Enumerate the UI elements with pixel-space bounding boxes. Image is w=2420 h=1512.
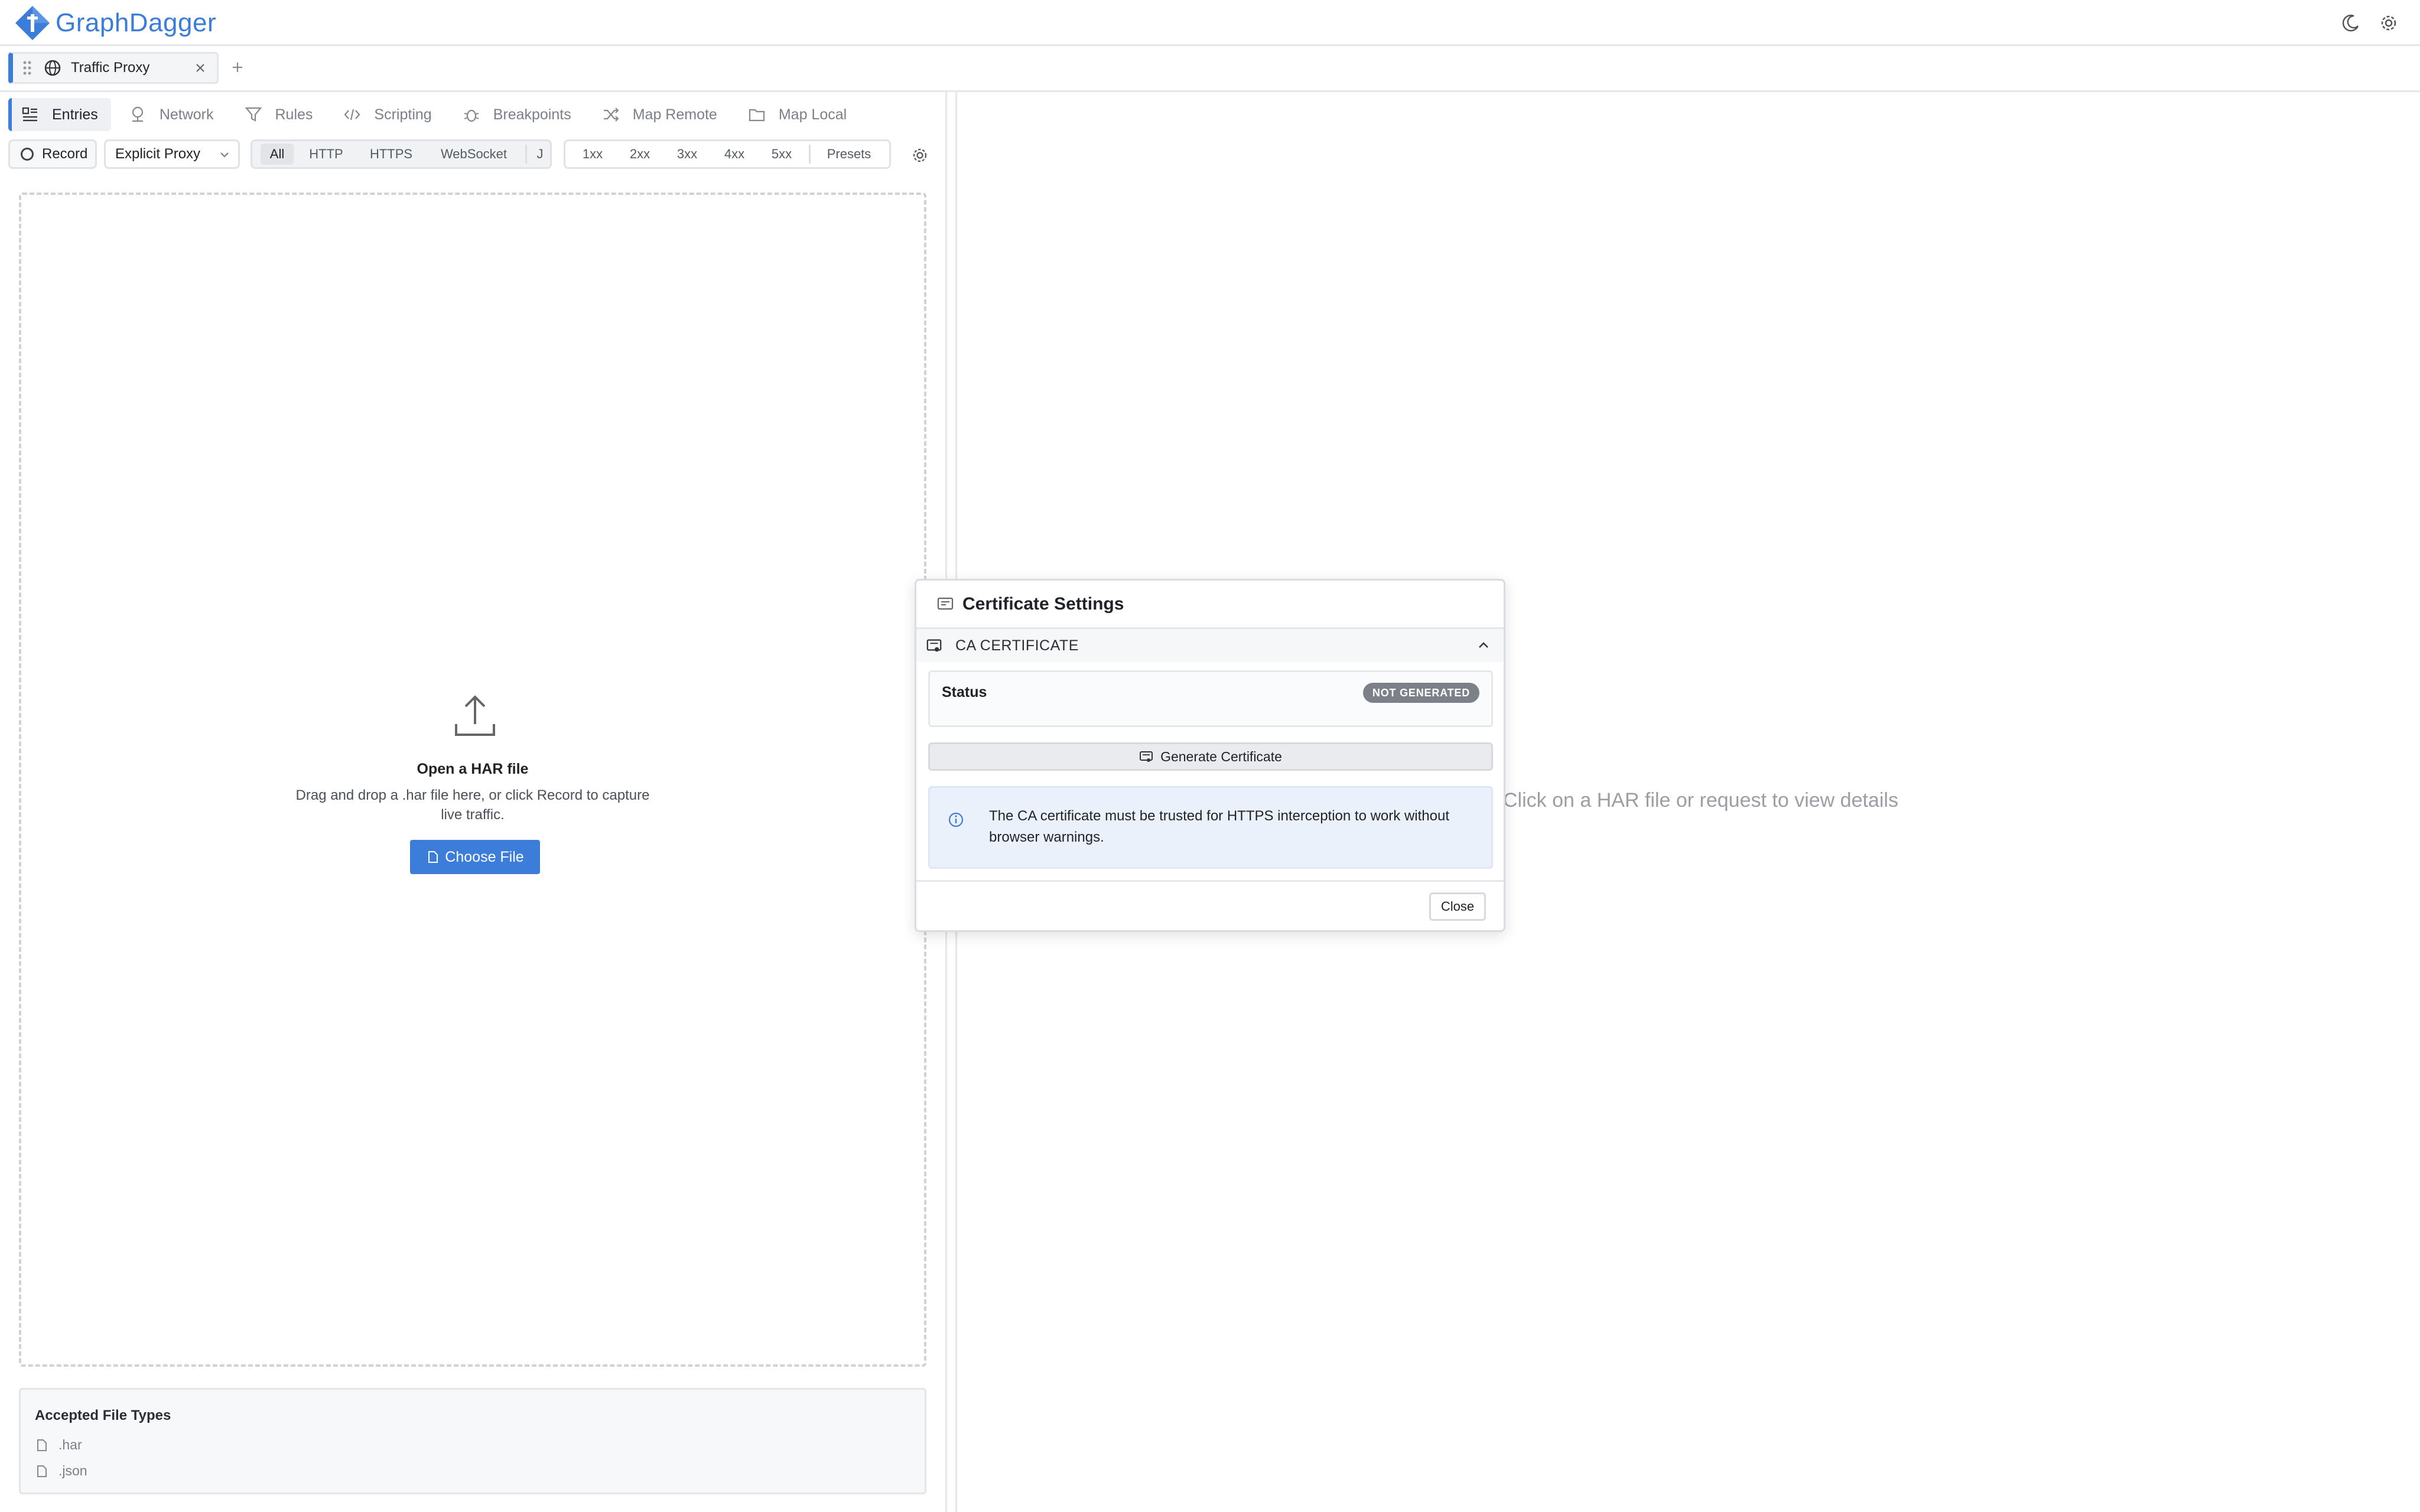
detail-placeholder: Click on a HAR file or request to view d… [1503, 789, 1898, 812]
separator [809, 145, 811, 164]
protocol-filter: All HTTP HTTPS WebSocket J [251, 139, 552, 169]
file-type-item: .har [35, 1437, 82, 1453]
network-icon [132, 106, 143, 122]
filter-bar: Record Explicit Proxy All HTTP HTTPS Web… [0, 137, 945, 175]
chevron-up-icon [1479, 642, 1488, 648]
dropzone-description: Drag and drop a .har file here, or click… [295, 787, 650, 823]
separator [525, 145, 527, 164]
dialog-title: Certificate Settings [962, 594, 1124, 614]
nav-tab-label: Network [159, 106, 214, 123]
gear-icon[interactable] [2379, 13, 2399, 33]
section-label: CA CERTIFICATE [955, 637, 1079, 654]
file-icon [37, 1439, 47, 1451]
logo-icon [15, 6, 50, 40]
file-type-label: .har [58, 1437, 82, 1452]
status-4xx[interactable]: 4xx [715, 144, 753, 165]
status-2xx[interactable]: 2xx [621, 144, 659, 165]
ca-certificate-section-toggle[interactable]: CA CERTIFICATE [916, 629, 1504, 662]
certificate-settings-dialog: Certificate Settings CA CERTIFICATE Stat… [915, 579, 1505, 932]
har-dropzone[interactable]: Open a HAR file Drag and drop a .har fil… [19, 193, 926, 1367]
certificate-icon [937, 597, 954, 610]
dialog-footer-divider [916, 880, 1504, 882]
file-icon [428, 851, 438, 863]
file-type-label: .json [58, 1463, 87, 1478]
status-3xx[interactable]: 3xx [668, 144, 706, 165]
nav-tab-breakpoints[interactable]: Breakpoints [450, 98, 584, 131]
app-logo[interactable]: GraphDagger [14, 5, 216, 41]
close-button[interactable]: Close [1429, 892, 1486, 921]
generate-certificate-button[interactable]: Generate Certificate [928, 742, 1493, 771]
file-icon [37, 1465, 47, 1477]
upload-icon [455, 695, 495, 736]
tab-label: Traffic Proxy [71, 60, 150, 76]
filter-settings-icon[interactable] [911, 146, 929, 164]
close-icon[interactable] [194, 62, 206, 74]
status-1xx[interactable]: 1xx [574, 144, 611, 165]
nav-tab-scripting[interactable]: Scripting [330, 98, 444, 131]
proxy-mode-select[interactable]: Explicit Proxy [104, 139, 240, 169]
status-code-filter: 1xx 2xx 3xx 4xx 5xx Presets [564, 139, 891, 169]
status-badge: NOT GENERATED [1362, 683, 1479, 703]
nav-tab-map-local[interactable]: Map Local [735, 98, 860, 131]
nav-tab-label: Rules [275, 106, 313, 123]
info-icon [948, 812, 964, 827]
chevron-down-icon [220, 152, 229, 158]
nav-tab-label: Breakpoints [493, 106, 571, 123]
protocol-http[interactable]: HTTP [300, 144, 353, 165]
bug-icon [464, 109, 479, 122]
nav-tab-label: Map Remote [632, 106, 717, 123]
moon-icon[interactable] [2341, 13, 2361, 33]
tab-traffic-proxy[interactable]: Traffic Proxy [8, 52, 219, 84]
drag-handle-icon[interactable] [21, 59, 33, 77]
status-5xx[interactable]: 5xx [763, 144, 801, 165]
certificate-icon [1140, 751, 1153, 762]
choose-file-label: Choose File [445, 848, 524, 865]
choose-file-button[interactable]: Choose File [410, 840, 540, 874]
globe-icon [44, 60, 61, 76]
accepted-file-types: Accepted File Types .har .json [19, 1388, 926, 1494]
protocol-j[interactable]: J [531, 144, 549, 165]
protocol-websocket[interactable]: WebSocket [430, 144, 518, 165]
add-tab-icon[interactable] [230, 60, 245, 74]
nav-tab-network[interactable]: Network [116, 98, 227, 131]
accepted-title: Accepted File Types [35, 1407, 171, 1423]
proxy-mode-value: Explicit Proxy [115, 146, 201, 162]
nav-tab-label: Scripting [374, 106, 432, 123]
certificate-icon [926, 639, 942, 652]
info-text: The CA certificate must be trusted for H… [989, 808, 1449, 845]
info-callout: The CA certificate must be trusted for H… [928, 786, 1493, 869]
certificate-status-card: Status NOT GENERATED [928, 670, 1493, 727]
folder-icon [749, 109, 765, 122]
record-button[interactable]: Record [8, 139, 97, 169]
app-header: GraphDagger [0, 0, 2420, 46]
nav-tab-entries[interactable]: Entries [8, 98, 111, 131]
tool-nav: Entries Network Rules Scripting Breakpoi… [8, 98, 864, 131]
nav-tab-label: Map Local [778, 106, 847, 123]
protocol-all[interactable]: All [261, 144, 294, 165]
list-icon [22, 107, 37, 122]
document-tab-strip: Traffic Proxy [0, 46, 2420, 92]
shuffle-icon [603, 107, 619, 122]
nav-tab-label: Entries [52, 106, 98, 123]
code-icon [344, 109, 360, 120]
protocol-https[interactable]: HTTPS [359, 144, 424, 165]
presets-button[interactable]: Presets [816, 144, 882, 165]
dialog-header: Certificate Settings [916, 581, 1504, 629]
status-label: Status [942, 684, 987, 700]
record-icon [21, 148, 34, 161]
nav-tab-map-remote[interactable]: Map Remote [589, 98, 730, 131]
entries-panel: Entries Network Rules Scripting Breakpoi… [0, 92, 945, 1512]
generate-label: Generate Certificate [1160, 748, 1282, 764]
dropzone-title: Open a HAR file [417, 761, 529, 777]
nav-tab-rules[interactable]: Rules [232, 98, 326, 131]
record-label: Record [42, 146, 88, 162]
app-name: GraphDagger [56, 8, 217, 37]
file-type-item: .json [35, 1463, 87, 1479]
filter-icon [245, 107, 262, 122]
